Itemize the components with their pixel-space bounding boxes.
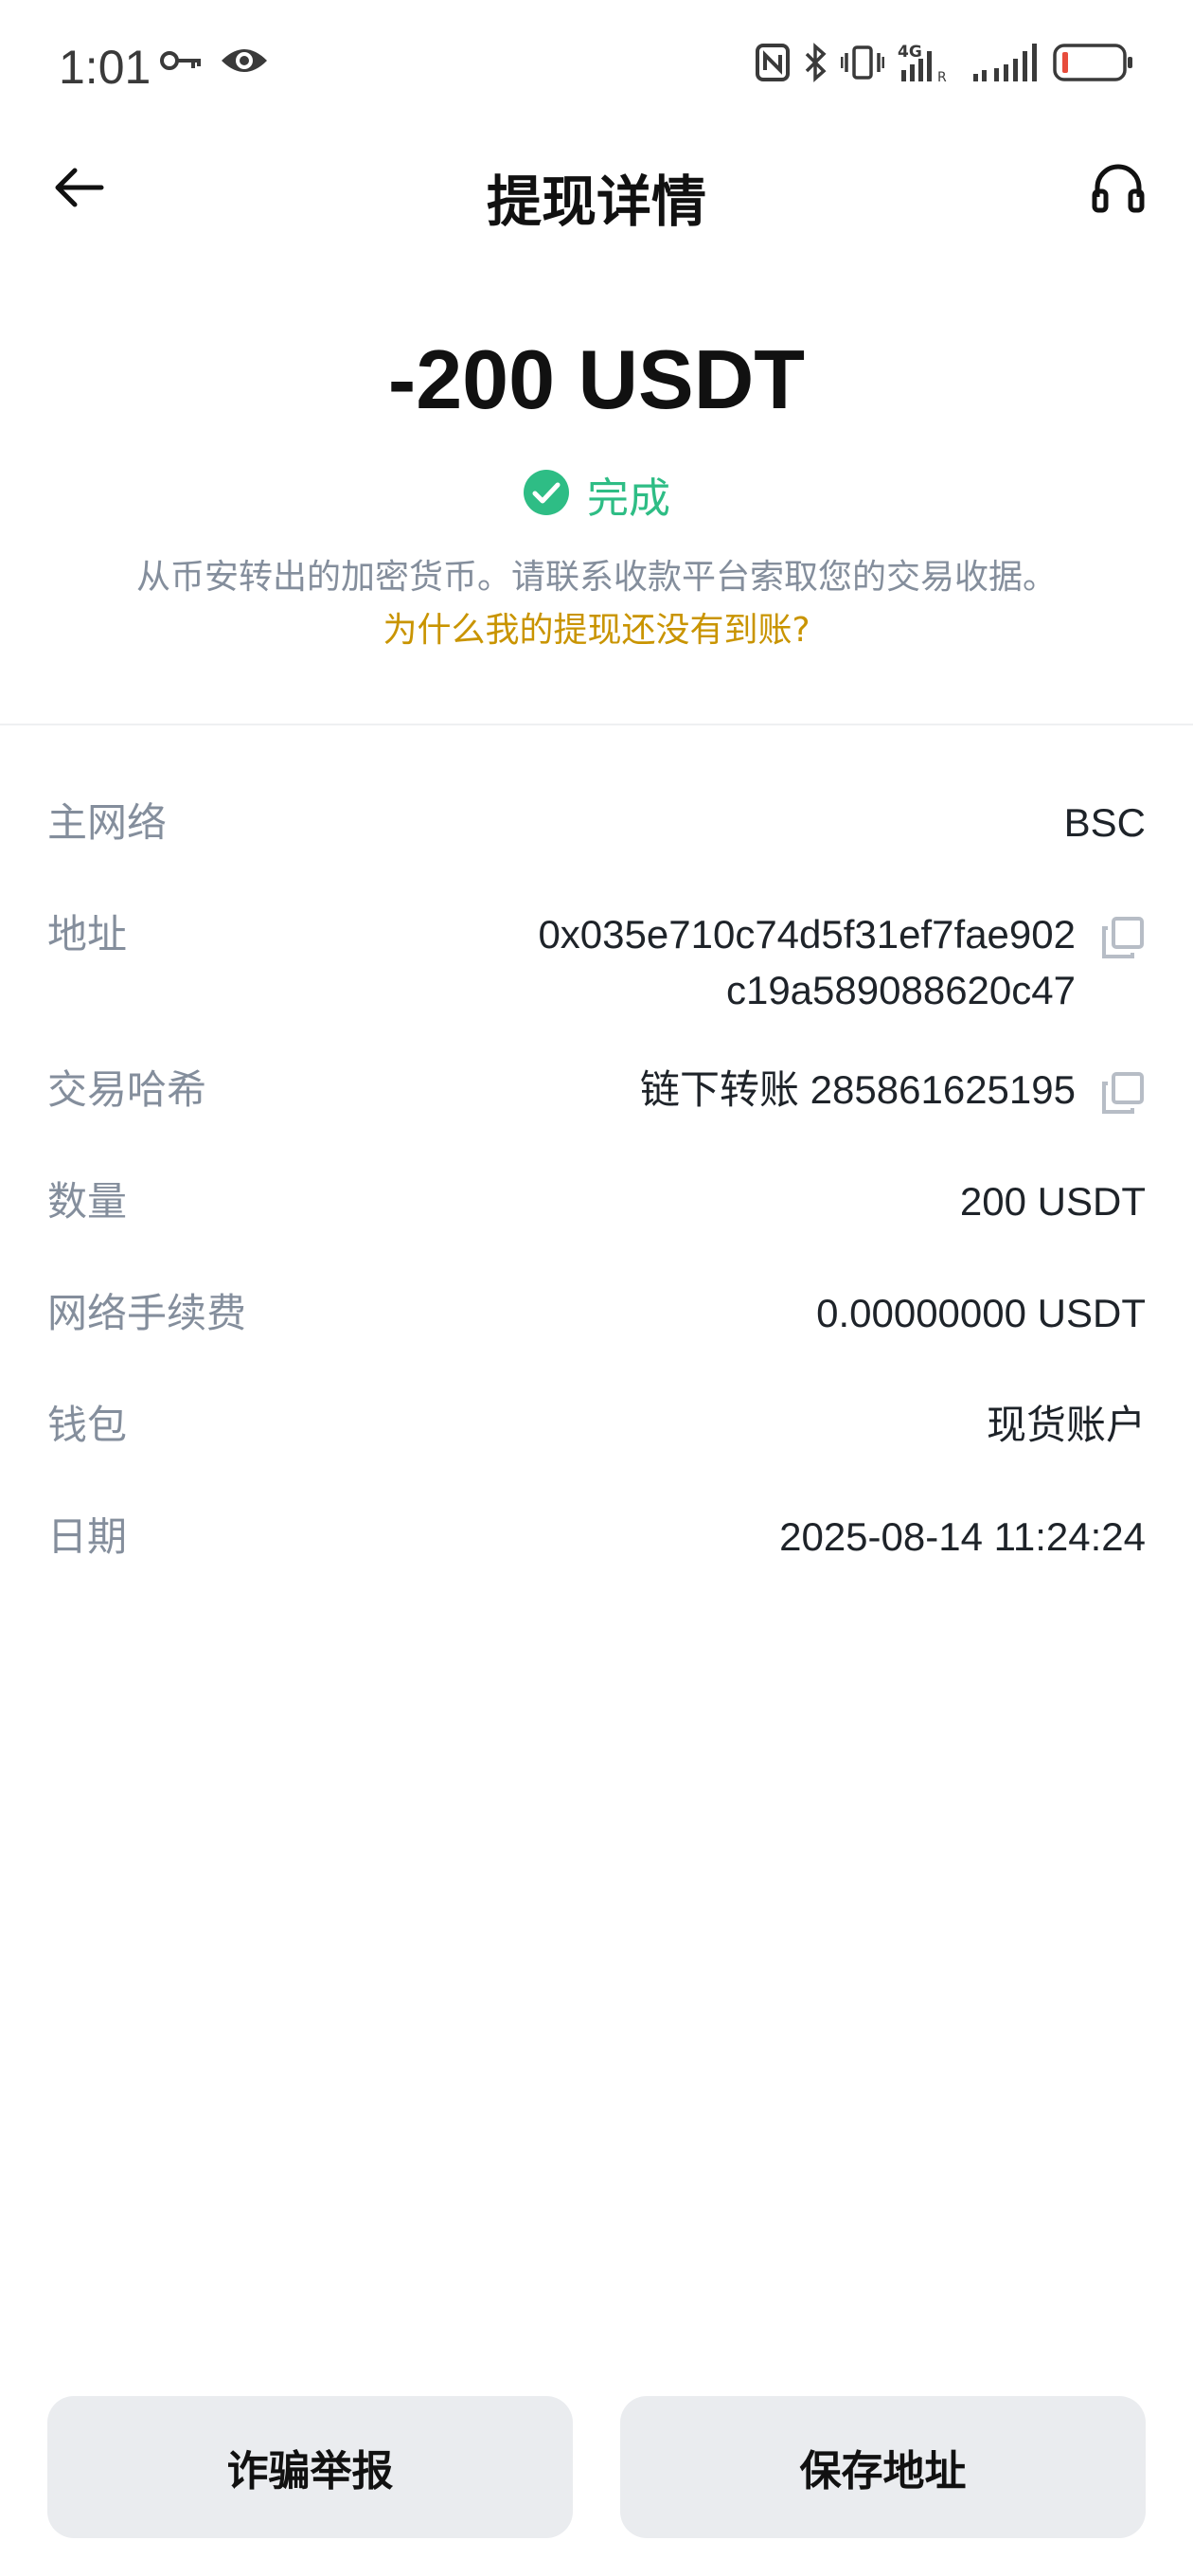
detail-label: 交易哈希 (47, 1066, 207, 1113)
header: 提现详情 (0, 133, 1193, 246)
divider (0, 724, 1193, 725)
customer-support-button[interactable] (1085, 157, 1151, 224)
tx-hash-value: 链下转账 285861625195 (640, 1067, 1076, 1112)
page-title: 提现详情 (486, 170, 706, 234)
detail-label: 钱包 (47, 1402, 128, 1448)
key-icon (159, 46, 203, 75)
detail-value: 现货账户 (986, 1403, 1146, 1447)
detail-row-tx-hash: 交易哈希 链下转账 285861625195 (47, 1063, 1146, 1174)
detail-label: 数量 (47, 1178, 128, 1225)
status-time: 1:01 (59, 41, 151, 94)
detail-row-network: 主网络 BSC (47, 796, 1146, 907)
status-bar: 1:01 4G R (0, 0, 1193, 133)
notice-text: 从币安转出的加密货币。请联系收款平台索取您的交易收据。 (135, 558, 1057, 597)
detail-row-date: 日期 2025-08-14 11:24:24 (47, 1510, 1146, 1621)
detail-label: 主网络 (47, 799, 168, 846)
address-value-wrap: 0x035e710c74d5f31ef7fae902 c19a589088620… (538, 907, 1146, 1019)
detail-row-wallet: 钱包 现货账户 (47, 1398, 1146, 1510)
bluetooth-icon (803, 43, 828, 82)
detail-value: 200 USDT (959, 1179, 1146, 1224)
vibrate-icon (841, 44, 884, 81)
bottom-action-bar: 诈骗举报 保存地址 (47, 2396, 1146, 2538)
copy-icon (1102, 1072, 1144, 1114)
detail-value: 2025-08-14 11:24:24 (779, 1514, 1146, 1559)
detail-label: 网络手续费 (47, 1290, 247, 1336)
report-scam-button[interactable]: 诈骗举报 (47, 2396, 573, 2538)
copy-tx-hash-button[interactable] (1100, 1070, 1146, 1116)
detail-value: 0.00000000 USDT (816, 1291, 1146, 1335)
detail-label: 日期 (47, 1513, 128, 1560)
status-text: 完成 (587, 474, 670, 523)
detail-row-fee: 网络手续费 0.00000000 USDT (47, 1286, 1146, 1398)
svg-text:R: R (937, 70, 947, 83)
copy-address-button[interactable] (1100, 915, 1146, 960)
help-link[interactable]: 为什么我的提现还没有到账? (0, 602, 1193, 652)
detail-row-address: 地址 0x035e710c74d5f31ef7fae902 c19a589088… (47, 907, 1146, 1063)
status-row: 完成 (0, 464, 1193, 525)
status-left-icons (159, 44, 269, 78)
battery-low-icon (1053, 42, 1134, 83)
tx-hash-value-wrap: 链下转账 285861625195 (640, 1063, 1146, 1118)
headset-icon (1091, 161, 1146, 220)
detail-label: 地址 (47, 911, 128, 957)
detail-row-amount: 数量 200 USDT (47, 1174, 1146, 1286)
nfc-icon (756, 44, 790, 81)
address-line-2: c19a589088620c47 (725, 967, 1076, 1012)
copy-icon (1102, 917, 1144, 958)
status-right-icons: 4G R (756, 42, 1134, 83)
check-circle-icon (523, 469, 570, 520)
cell-signal-icon (971, 42, 1040, 83)
address-line-1: 0x035e710c74d5f31ef7fae902 (538, 912, 1076, 957)
address-value: 0x035e710c74d5f31ef7fae902 c19a589088620… (538, 907, 1076, 1019)
withdrawal-amount: -200 USDT (387, 332, 806, 426)
detail-value: BSC (1063, 800, 1146, 845)
network-type-label: 4G (898, 43, 922, 62)
details-list: 主网络 BSC 地址 0x035e710c74d5f31ef7fae902 c1… (47, 796, 1146, 1621)
save-address-button[interactable]: 保存地址 (620, 2396, 1146, 2538)
eye-icon (220, 44, 269, 78)
cell-signal-4g-icon: 4G R (898, 42, 958, 83)
